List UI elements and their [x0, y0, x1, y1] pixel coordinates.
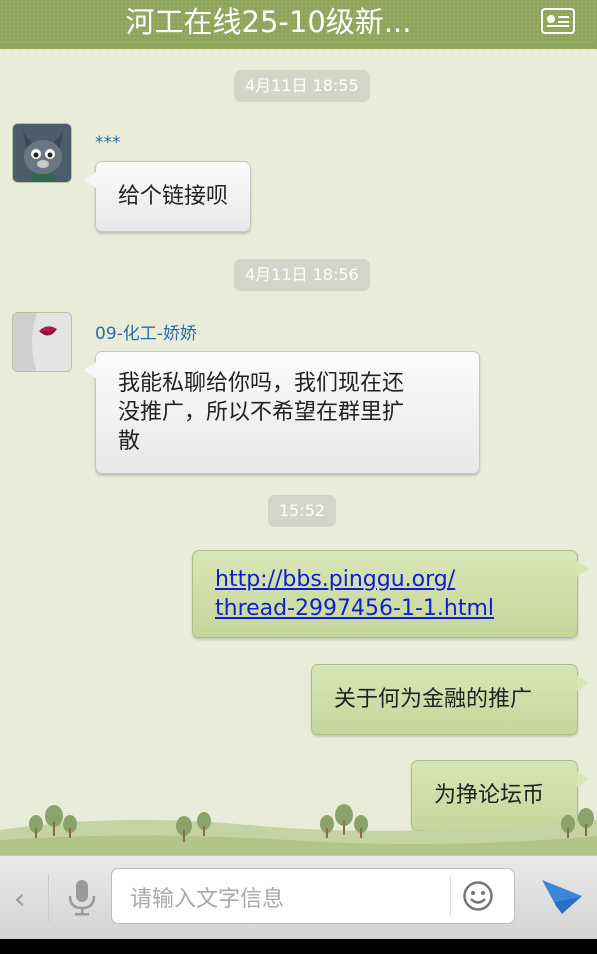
- wolf-avatar[interactable]: [12, 123, 72, 183]
- system-bar: [0, 939, 597, 954]
- message-text-line: 没推广，所以不希望在群里扩: [118, 400, 405, 425]
- chevron-left-icon[interactable]: ‹: [14, 882, 25, 915]
- sender-name: 09-化工-娇娇: [95, 324, 197, 344]
- lips-avatar[interactable]: [12, 312, 72, 372]
- message-list[interactable]: 4月11日 18:55 *** 给个链接呗 4月11日 18:56 09-化工-…: [0, 53, 597, 853]
- message-link[interactable]: http://bbs.pinggu.org/ thread-2997456-1-…: [215, 567, 494, 621]
- message-text-line: 我能私聊给你吗，我们现在还: [118, 371, 405, 396]
- link-line: thread-2997456-1-1.html: [215, 596, 495, 621]
- landscape-decoration: [0, 804, 597, 855]
- message-text-line: 散: [118, 429, 141, 454]
- message-input[interactable]: 请输入文字信息: [111, 868, 515, 924]
- link-line: http://bbs.pinggu.org/: [215, 567, 456, 592]
- header-scallop-edge: [0, 45, 597, 53]
- microphone-icon[interactable]: [66, 878, 98, 918]
- timestamp: 4月11日 18:56: [234, 259, 370, 291]
- input-placeholder: 请输入文字信息: [130, 887, 285, 912]
- divider: [48, 874, 49, 922]
- chat-header: 河工在线25-10级新...: [0, 0, 597, 49]
- message-bubble-incoming[interactable]: 给个链接呗: [83, 161, 252, 232]
- message-bubble-outgoing[interactable]: 关于何为金融的推广: [311, 664, 589, 735]
- message-text: 给个链接呗: [118, 184, 229, 209]
- timestamp: 15:52: [268, 495, 337, 527]
- message-bubble-incoming[interactable]: 我能私聊给你吗，我们现在还 没推广，所以不希望在群里扩 散: [84, 351, 480, 474]
- profile-card-icon[interactable]: [541, 8, 575, 34]
- divider: [450, 877, 451, 915]
- input-bar: ‹ 请输入文字信息: [0, 855, 597, 939]
- timestamp: 4月11日 18:55: [234, 70, 370, 102]
- message-bubble-outgoing[interactable]: http://bbs.pinggu.org/ thread-2997456-1-…: [192, 550, 589, 638]
- message-text: 关于何为金融的推广: [334, 687, 533, 712]
- chat-title: 河工在线25-10级新...: [125, 5, 412, 39]
- sender-name: ***: [95, 133, 121, 153]
- smiley-icon[interactable]: [462, 880, 494, 912]
- send-icon[interactable]: [540, 876, 584, 916]
